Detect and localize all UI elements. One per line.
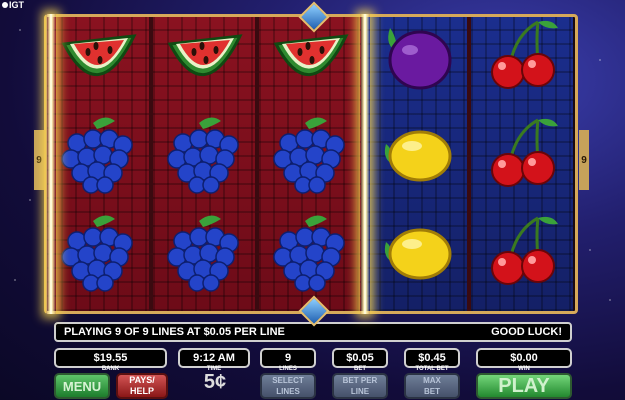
bet-per-line-button[interactable]: BET PER LINE [332, 373, 388, 399]
lemon-symbol [365, 203, 467, 301]
watermelon-symbol [153, 17, 255, 105]
watermelon-symbol [47, 17, 149, 105]
lemon-symbol [365, 105, 467, 203]
reel-3 [259, 17, 361, 311]
cherries-symbol [471, 105, 573, 203]
menu-button[interactable]: MENU [54, 373, 110, 399]
total-bet-label: TOTAL BET [415, 366, 449, 372]
win-label: WIN [518, 366, 530, 372]
grapes-symbol [47, 105, 149, 203]
igt-logo: IGT [2, 0, 24, 10]
cherries-symbol [471, 203, 573, 301]
grapes-symbol [259, 105, 361, 203]
bet-label: BET [354, 366, 366, 372]
total-bet-meter: $0.45 [404, 348, 460, 368]
good-luck-message: GOOD LUCK! [491, 326, 562, 338]
grapes-symbol [153, 105, 255, 203]
grapes-symbol [259, 203, 361, 301]
reel-2 [153, 17, 255, 311]
reel-4 [365, 17, 467, 311]
bet-meter: $0.05 [332, 348, 388, 368]
grapes-symbol [153, 203, 255, 301]
bank-meter: $19.55 [54, 348, 167, 368]
sparkle-mid-edge [360, 14, 370, 314]
max-bet-button[interactable]: MAX BET [404, 373, 460, 399]
cherries-symbol [471, 17, 573, 105]
bank-label: BANK [101, 366, 120, 372]
win-meter: $0.00 [476, 348, 572, 368]
right-line-indicator: 9 [579, 130, 589, 190]
select-lines-button[interactable]: SELECT LINES [260, 373, 316, 399]
reel-window [44, 14, 578, 314]
sparkle-left-edge [46, 14, 56, 314]
play-button[interactable]: PLAY [476, 373, 572, 399]
denomination-button[interactable]: 5¢ [195, 371, 235, 394]
lines-meter: 9 [260, 348, 316, 368]
lines-message: PLAYING 9 OF 9 LINES AT $0.05 PER LINE [64, 326, 285, 338]
pays-help-button[interactable]: PAYS/ HELP [116, 373, 168, 399]
lines-label: LINES [279, 366, 297, 372]
time-meter: 9:12 AM [178, 348, 250, 368]
reel-5 [471, 17, 573, 311]
grapes-symbol [47, 203, 149, 301]
plum-symbol [365, 17, 467, 105]
reel-1 [47, 17, 149, 311]
left-line-indicator: 9 [34, 130, 44, 190]
